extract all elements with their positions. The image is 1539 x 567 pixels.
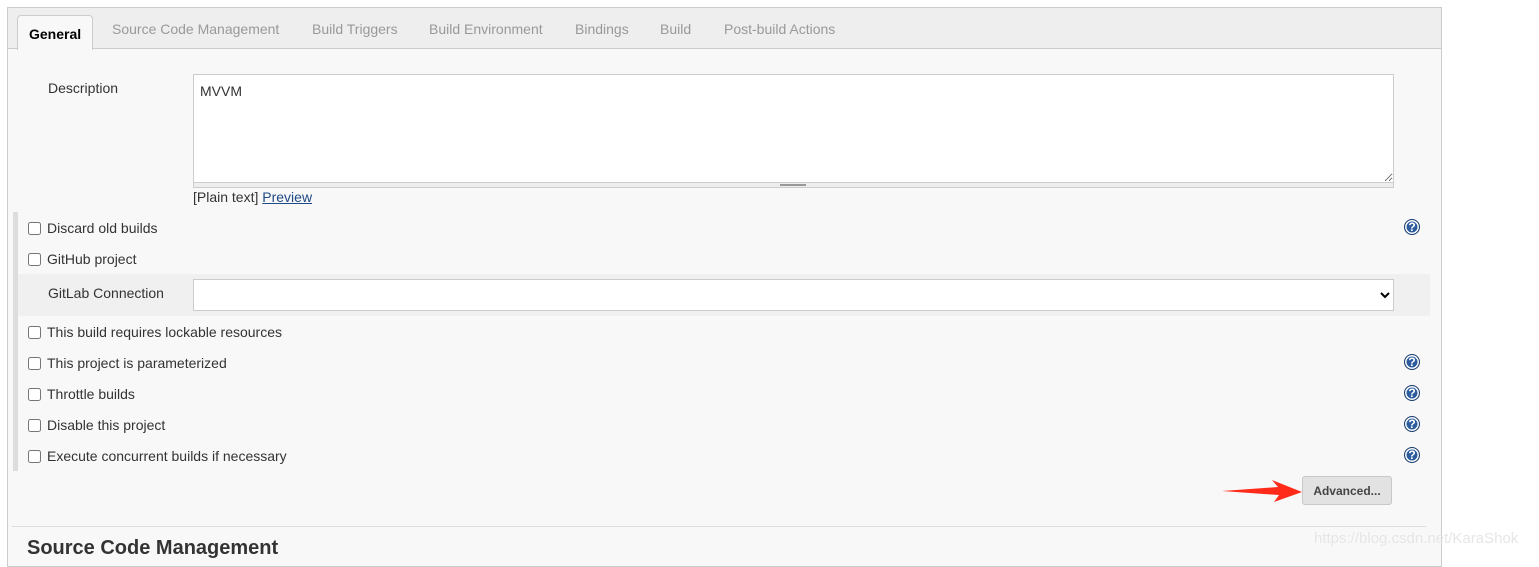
tab-source-code-management[interactable]: Source Code Management xyxy=(112,21,279,37)
red-arrow-icon xyxy=(1222,480,1302,502)
textarea-resize-handle[interactable] xyxy=(193,182,1394,188)
tab-build-triggers[interactable]: Build Triggers xyxy=(312,21,398,37)
disable-project-checkbox[interactable] xyxy=(28,418,41,432)
description-label: Description xyxy=(48,80,119,96)
option-label: Disable this project xyxy=(47,417,166,433)
throttle-builds-checkbox[interactable] xyxy=(28,387,41,401)
tab-post-build-actions[interactable]: Post-build Actions xyxy=(724,21,835,37)
section-divider xyxy=(12,526,1426,527)
option-label: This build requires lockable resources xyxy=(47,324,282,340)
option-github-project: GitHub project xyxy=(28,251,136,267)
option-disable-project: Disable this project xyxy=(28,417,165,433)
question-circle-icon[interactable]: ? xyxy=(1404,385,1420,401)
advanced-button[interactable]: Advanced... xyxy=(1302,476,1392,505)
plain-text-label: [Plain text] xyxy=(193,189,259,205)
description-format: [Plain text] Preview xyxy=(193,189,312,205)
concurrent-builds-checkbox[interactable] xyxy=(28,449,41,463)
option-discard-old-builds: Discard old builds xyxy=(28,220,158,236)
option-label: Discard old builds xyxy=(47,220,158,236)
github-project-checkbox[interactable] xyxy=(28,252,41,266)
question-circle-icon[interactable]: ? xyxy=(1404,354,1420,370)
description-textarea[interactable] xyxy=(193,74,1394,183)
watermark: https://blog.csdn.net/KaraShok xyxy=(1314,530,1519,547)
gitlab-connection-select[interactable] xyxy=(193,279,1394,311)
option-label: Execute concurrent builds if necessary xyxy=(47,448,287,464)
discard-old-builds-checkbox[interactable] xyxy=(28,221,41,235)
option-parameterized: This project is parameterized xyxy=(28,355,227,371)
option-lockable-resources: This build requires lockable resources xyxy=(28,324,282,340)
tab-bar: General Source Code Management Build Tri… xyxy=(8,8,1441,50)
options-group-bar xyxy=(13,212,18,471)
option-label: GitHub project xyxy=(47,251,137,267)
parameterized-checkbox[interactable] xyxy=(28,356,41,370)
option-label: Throttle builds xyxy=(47,386,135,402)
question-circle-icon[interactable]: ? xyxy=(1404,416,1420,432)
preview-link[interactable]: Preview xyxy=(262,189,312,205)
question-circle-icon[interactable]: ? xyxy=(1404,447,1420,463)
tab-build-environment[interactable]: Build Environment xyxy=(429,21,543,37)
tab-bindings[interactable]: Bindings xyxy=(575,21,629,37)
lockable-resources-checkbox[interactable] xyxy=(28,325,41,339)
option-label: This project is parameterized xyxy=(47,355,227,371)
tab-general[interactable]: General xyxy=(17,15,94,50)
option-throttle-builds: Throttle builds xyxy=(28,386,135,402)
question-circle-icon[interactable]: ? xyxy=(1404,219,1420,235)
option-concurrent-builds: Execute concurrent builds if necessary xyxy=(28,448,287,464)
gitlab-connection-label: GitLab Connection xyxy=(48,285,164,301)
tab-build[interactable]: Build xyxy=(660,21,691,37)
